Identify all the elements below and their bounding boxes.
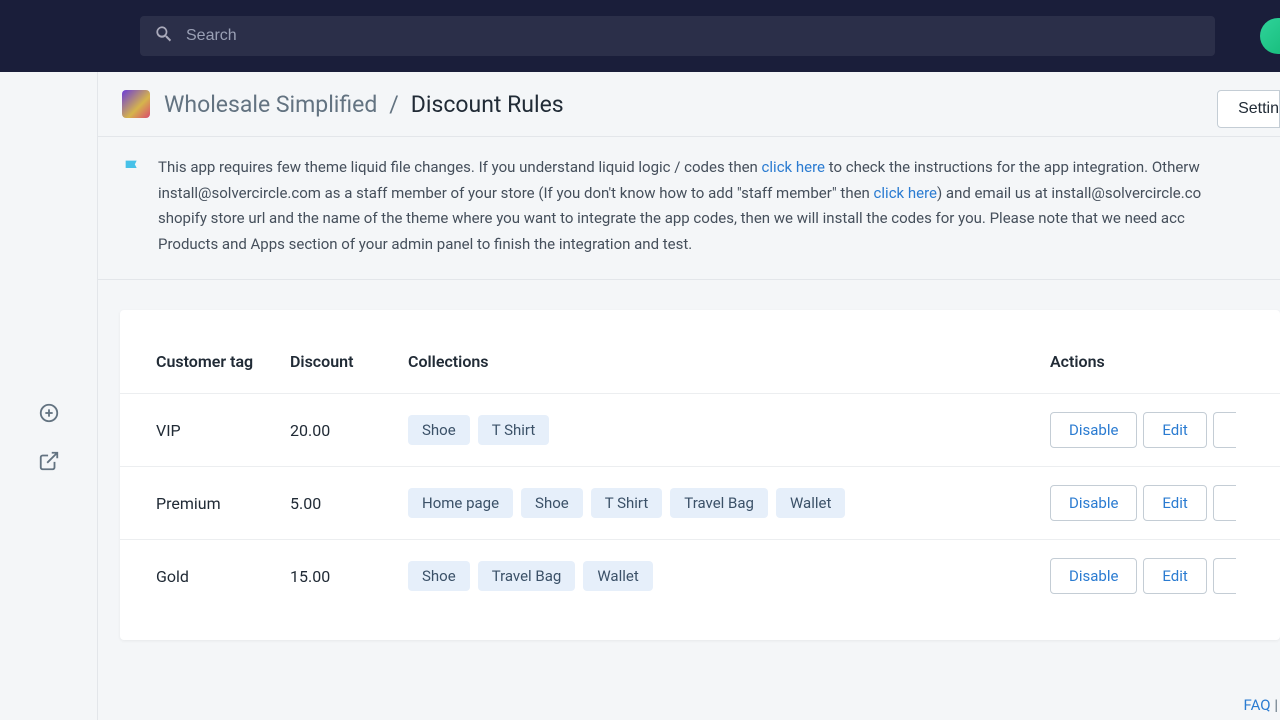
th-customer-tag: Customer tag xyxy=(120,352,290,394)
collection-chip[interactable]: Shoe xyxy=(408,415,470,445)
cell-discount: 20.00 xyxy=(290,394,408,467)
th-collections: Collections xyxy=(408,352,1050,394)
collection-chip[interactable]: Travel Bag xyxy=(478,561,576,591)
cell-discount: 15.00 xyxy=(290,540,408,613)
disable-button[interactable]: Disable xyxy=(1050,558,1137,594)
cell-customer-tag: VIP xyxy=(120,394,290,467)
add-icon[interactable] xyxy=(38,402,60,428)
collection-chip[interactable]: Travel Bag xyxy=(670,488,768,518)
edit-button[interactable]: Edit xyxy=(1143,412,1206,448)
cell-collections: Shoe T Shirt xyxy=(408,394,1050,467)
footer: FAQ | xyxy=(1244,696,1278,714)
notice-text: This app requires few theme liquid file … xyxy=(158,155,1201,257)
rules-table: Customer tag Discount Collections Action… xyxy=(120,352,1280,612)
notice-banner: This app requires few theme liquid file … xyxy=(98,136,1280,280)
collection-chip[interactable]: Shoe xyxy=(521,488,583,518)
cell-actions: DisableEdit xyxy=(1050,540,1280,613)
faq-link[interactable]: FAQ xyxy=(1244,696,1271,714)
page-header: Wholesale Simplified / Discount Rules Se… xyxy=(98,72,1280,136)
breadcrumb-current: Discount Rules xyxy=(411,91,564,118)
collection-chip[interactable]: Wallet xyxy=(776,488,845,518)
collection-chip[interactable]: Shoe xyxy=(408,561,470,591)
instructions-link[interactable]: click here xyxy=(762,158,825,176)
disable-button[interactable]: Disable xyxy=(1050,412,1137,448)
flag-icon xyxy=(122,157,144,257)
more-button[interactable] xyxy=(1213,558,1236,594)
breadcrumb-app[interactable]: Wholesale Simplified xyxy=(164,91,377,118)
table-row: VIP20.00Shoe T Shirt DisableEdit xyxy=(120,394,1280,467)
collection-chip[interactable]: Wallet xyxy=(583,561,652,591)
search-icon xyxy=(154,24,174,48)
search-input[interactable] xyxy=(186,27,1201,45)
rules-card: Customer tag Discount Collections Action… xyxy=(120,310,1280,640)
th-actions: Actions xyxy=(1050,352,1280,394)
collection-chip[interactable]: T Shirt xyxy=(478,415,550,445)
cell-discount: 5.00 xyxy=(290,467,408,540)
breadcrumb: Wholesale Simplified / Discount Rules xyxy=(164,91,564,118)
collection-chip[interactable]: T Shirt xyxy=(591,488,663,518)
edit-button[interactable]: Edit xyxy=(1143,558,1206,594)
app-icon xyxy=(122,90,150,118)
th-discount: Discount xyxy=(290,352,408,394)
edit-button[interactable]: Edit xyxy=(1143,485,1206,521)
more-button[interactable] xyxy=(1213,485,1236,521)
cell-collections: Home page Shoe T ShirtTravel Bag Wallet xyxy=(408,467,1050,540)
settings-button[interactable]: Settin xyxy=(1217,90,1280,128)
disable-button[interactable]: Disable xyxy=(1050,485,1137,521)
collection-chip[interactable]: Home page xyxy=(408,488,513,518)
cell-customer-tag: Gold xyxy=(120,540,290,613)
cell-collections: Shoe Travel BagWallet xyxy=(408,540,1050,613)
left-rail xyxy=(0,72,97,720)
table-row: Premium5.00Home page Shoe T ShirtTravel Ba… xyxy=(120,467,1280,540)
cell-actions: DisableEdit xyxy=(1050,394,1280,467)
avatar[interactable] xyxy=(1260,18,1280,54)
breadcrumb-separator: / xyxy=(389,91,399,118)
more-button[interactable] xyxy=(1213,412,1236,448)
main: Wholesale Simplified / Discount Rules Se… xyxy=(97,72,1280,720)
cell-actions: DisableEdit xyxy=(1050,467,1280,540)
external-link-icon[interactable] xyxy=(38,450,60,476)
cell-customer-tag: Premium xyxy=(120,467,290,540)
staff-member-link[interactable]: click here xyxy=(874,184,937,202)
search-container[interactable] xyxy=(140,16,1215,56)
table-row: Gold15.00Shoe Travel BagWallet DisableEdit xyxy=(120,540,1280,613)
topbar xyxy=(0,0,1280,72)
